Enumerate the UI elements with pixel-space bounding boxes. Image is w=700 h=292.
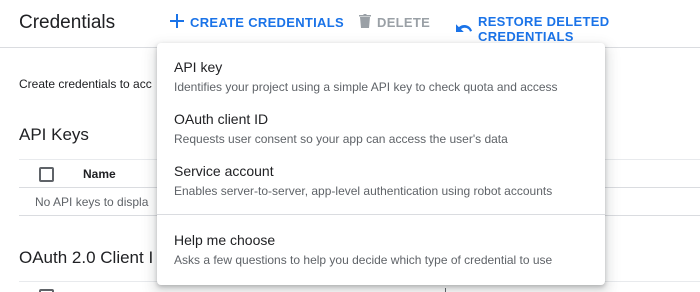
page-title: Credentials [19,12,116,33]
menu-item-label: OAuth client ID [174,111,269,127]
menu-item-label: API key [174,59,223,75]
trash-icon [359,14,371,31]
column-header-name[interactable]: Name [83,167,116,181]
create-credentials-label: CREATE CREDENTIALS [190,15,344,30]
menu-item-description: Requests user consent so your app can ac… [174,132,508,146]
delete-label: DELETE [377,15,431,30]
restore-deleted-credentials-label: RESTORE DELETED CREDENTIALS [478,14,610,44]
menu-item-service-account[interactable]: Service account Enables server-to-server… [157,147,605,199]
create-credentials-menu: API key Identifies your project using a … [157,43,605,285]
delete-button[interactable]: DELETE [359,14,430,31]
menu-item-oauth-client-id[interactable]: OAuth client ID Requests user consent so… [157,95,605,147]
page-header: Credentials CREATE CREDENTIALS DELETE RE… [0,0,700,48]
select-all-checkbox[interactable] [39,167,54,182]
undo-icon [456,22,472,37]
column-divider [445,288,446,292]
menu-item-label: Service account [174,163,274,179]
oauth-clients-title: OAuth 2.0 Client I [19,248,154,267]
menu-divider [157,214,605,215]
menu-item-label: Help me choose [174,232,276,248]
menu-item-description: Asks a few questions to help you decide … [174,253,553,267]
empty-state-text: No API keys to displa [35,195,149,209]
plus-icon [170,14,184,31]
menu-item-help-me-choose[interactable]: Help me choose Asks a few questions to h… [157,216,605,268]
intro-text: Create credentials to acc [19,77,152,91]
api-keys-title: API Keys [19,125,89,144]
menu-item-api-key[interactable]: API key Identifies your project using a … [157,43,605,95]
restore-deleted-credentials-button[interactable]: RESTORE DELETED CREDENTIALS [456,14,700,44]
menu-item-description: Enables server-to-server, app-level auth… [174,184,553,198]
create-credentials-button[interactable]: CREATE CREDENTIALS [170,14,344,31]
menu-item-description: Identifies your project using a simple A… [174,80,558,94]
